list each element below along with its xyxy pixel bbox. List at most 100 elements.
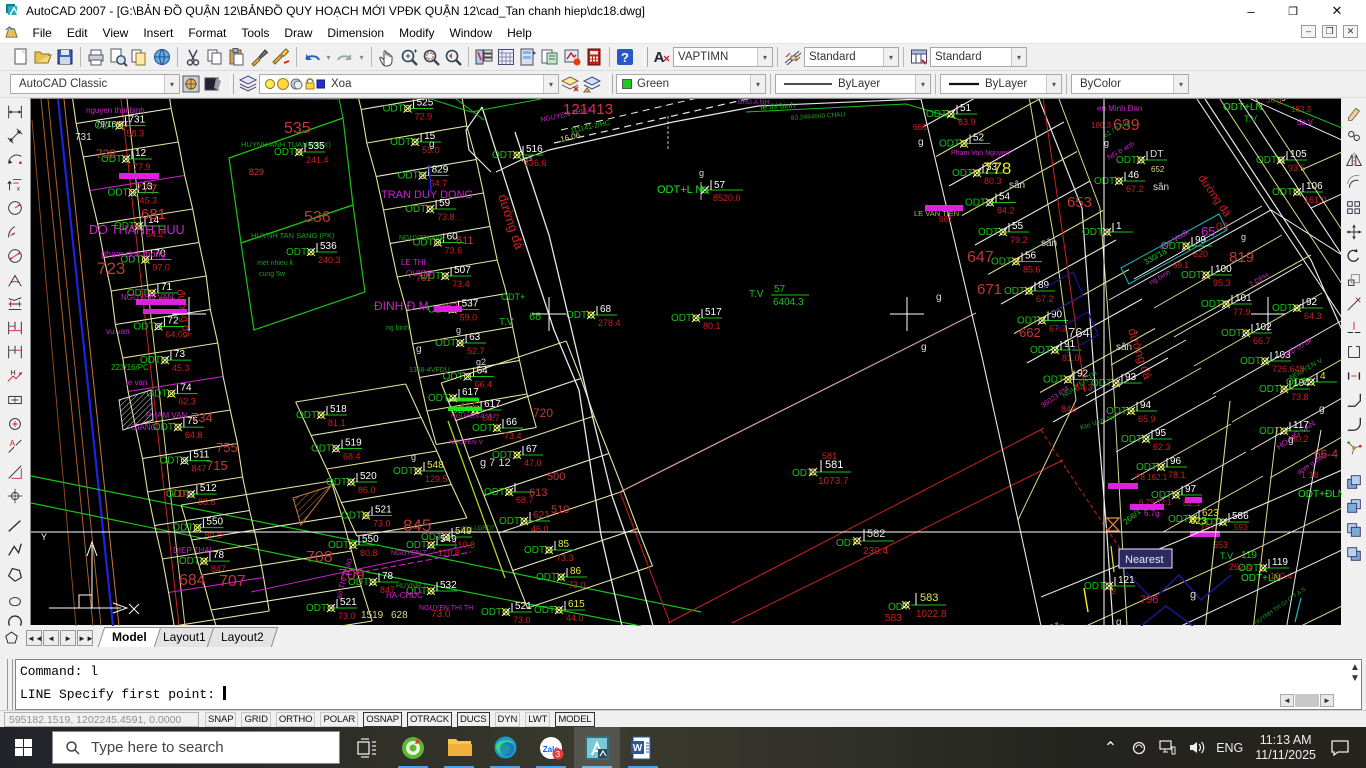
svg-text:778: 778: [983, 159, 1011, 178]
svg-text:57: 57: [774, 284, 786, 295]
svg-text:ODT: ODT: [1286, 377, 1307, 388]
svg-text:180.3: 180.3: [1091, 121, 1112, 130]
svg-text:715: 715: [206, 458, 228, 473]
svg-text:4: 4: [1320, 371, 1326, 382]
svg-text:A: A: [654, 49, 665, 66]
svg-text:g: g: [1190, 589, 1196, 601]
svg-text:H: H: [11, 368, 16, 377]
svg-text:12: 12: [135, 148, 147, 159]
svg-text:74: 74: [180, 383, 192, 394]
svg-text:met nhieu k: met nhieu k: [257, 260, 294, 267]
svg-text:819: 819: [1229, 249, 1254, 266]
svg-text:81.1: 81.1: [328, 418, 346, 428]
svg-text:ng binh: ng binh: [386, 325, 409, 332]
svg-text:516: 516: [526, 144, 543, 155]
svg-text:239.4: 239.4: [863, 546, 888, 557]
svg-text:536: 536: [320, 241, 337, 252]
svg-text:661: 661: [939, 215, 953, 224]
svg-text:71: 71: [161, 282, 173, 293]
svg-text:110.8: 110.8: [453, 540, 475, 550]
svg-text:79.2: 79.2: [1010, 235, 1028, 245]
svg-text:847: 847: [191, 464, 206, 474]
svg-text:73.0: 73.0: [338, 611, 356, 621]
svg-text:46: 46: [1128, 170, 1140, 181]
svg-text:278.4: 278.4: [598, 318, 621, 328]
svg-text:ODT: ODT: [1181, 270, 1202, 281]
svg-text:ODT: ODT: [1168, 514, 1189, 525]
svg-text:681: 681: [141, 206, 166, 223]
svg-text:583: 583: [885, 613, 902, 624]
svg-text:ODT: ODT: [398, 171, 419, 182]
svg-text:ODT: ODT: [952, 168, 973, 179]
svg-text:73.8: 73.8: [437, 212, 455, 222]
svg-text:47.0: 47.0: [524, 458, 542, 468]
svg-text:ODT: ODT: [1221, 328, 1242, 339]
svg-text:708: 708: [306, 549, 333, 566]
svg-text:ODT: ODT: [1094, 176, 1115, 187]
svg-text:52: 52: [973, 133, 985, 144]
svg-text:55: 55: [1012, 221, 1024, 232]
svg-text:536: 536: [304, 209, 331, 226]
svg-text:g: g: [921, 342, 927, 353]
svg-text:51: 51: [960, 103, 972, 114]
svg-text:g: g: [699, 168, 704, 178]
svg-text:54.7: 54.7: [430, 179, 448, 189]
svg-text:ODT: ODT: [1240, 356, 1261, 367]
svg-text:ODT: ODT: [159, 456, 180, 467]
svg-text:684: 684: [179, 572, 206, 589]
svg-text:223/16/PC: 223/16/PC: [111, 363, 149, 372]
svg-text:593: 593: [1234, 523, 1248, 532]
svg-text:582: 582: [867, 528, 885, 540]
svg-text:65: 65: [1201, 224, 1215, 239]
svg-text:HUYNH TAN SANG (PK): HUYNH TAN SANG (PK): [251, 231, 335, 240]
svg-text:73.4: 73.4: [504, 431, 522, 441]
svg-text:707: 707: [219, 573, 246, 590]
svg-text:g: g: [918, 137, 924, 148]
svg-text:73: 73: [174, 349, 186, 360]
svg-text:NGUYEN V: NGUYEN V: [449, 439, 484, 446]
svg-text:ODT: ODT: [383, 104, 404, 115]
svg-text:336.6: 336.6: [524, 158, 547, 168]
svg-text:1 18: 1 18: [1301, 470, 1319, 480]
svg-text:ODT: ODT: [428, 393, 449, 404]
svg-text:68: 68: [600, 304, 612, 315]
svg-text:g: g: [411, 452, 416, 462]
svg-text:507: 507: [454, 265, 471, 276]
svg-text:W: W: [633, 743, 643, 754]
svg-text:78: 78: [213, 550, 225, 561]
svg-text:Pham Van Nguyen: Pham Van Nguyen: [951, 150, 1009, 157]
svg-text:NGUYEN A VU: NGUYEN A VU: [451, 413, 495, 420]
svg-text:g: g: [1281, 99, 1286, 101]
svg-text:720: 720: [533, 406, 553, 420]
svg-text:111141-2/HC: 111141-2/HC: [570, 120, 611, 135]
svg-text:62.3: 62.3: [1153, 442, 1171, 452]
svg-text:723: 723: [97, 259, 125, 278]
svg-text:ODT: ODT: [108, 188, 129, 199]
svg-text:ODT+: ODT+: [501, 292, 525, 302]
svg-text:521: 521: [515, 601, 532, 612]
svg-text:583: 583: [920, 592, 938, 604]
svg-text:sân: sân: [1049, 622, 1065, 626]
svg-text:T.V: T.V: [499, 317, 514, 328]
svg-text:666: 666: [913, 123, 927, 132]
svg-text:BRG.A NH: BRG.A NH: [738, 99, 769, 106]
svg-text:g: g: [416, 344, 422, 355]
svg-text:ODT: ODT: [534, 605, 555, 616]
svg-text:64.8: 64.8: [185, 430, 203, 440]
svg-text:T.V: T.V: [749, 289, 764, 300]
svg-text:553: 553: [1213, 540, 1228, 550]
svg-text:T.V: T.V: [1220, 551, 1233, 561]
svg-text:734: 734: [191, 410, 213, 425]
svg-text:613: 613: [529, 487, 547, 499]
svg-text:ODT: ODT: [671, 313, 692, 324]
svg-text:ODT: ODT: [274, 147, 295, 158]
svg-text:92: 92: [1306, 297, 1318, 308]
svg-text:95: 95: [1155, 428, 1167, 439]
svg-text:106: 106: [1306, 181, 1323, 192]
svg-text:72: 72: [167, 316, 179, 327]
svg-text:6.7g: 6.7g: [1144, 509, 1160, 518]
svg-text:617: 617: [462, 387, 479, 398]
svg-text:66: 66: [506, 417, 518, 428]
svg-text:g: g: [456, 325, 461, 335]
svg-text:521: 521: [340, 597, 357, 608]
